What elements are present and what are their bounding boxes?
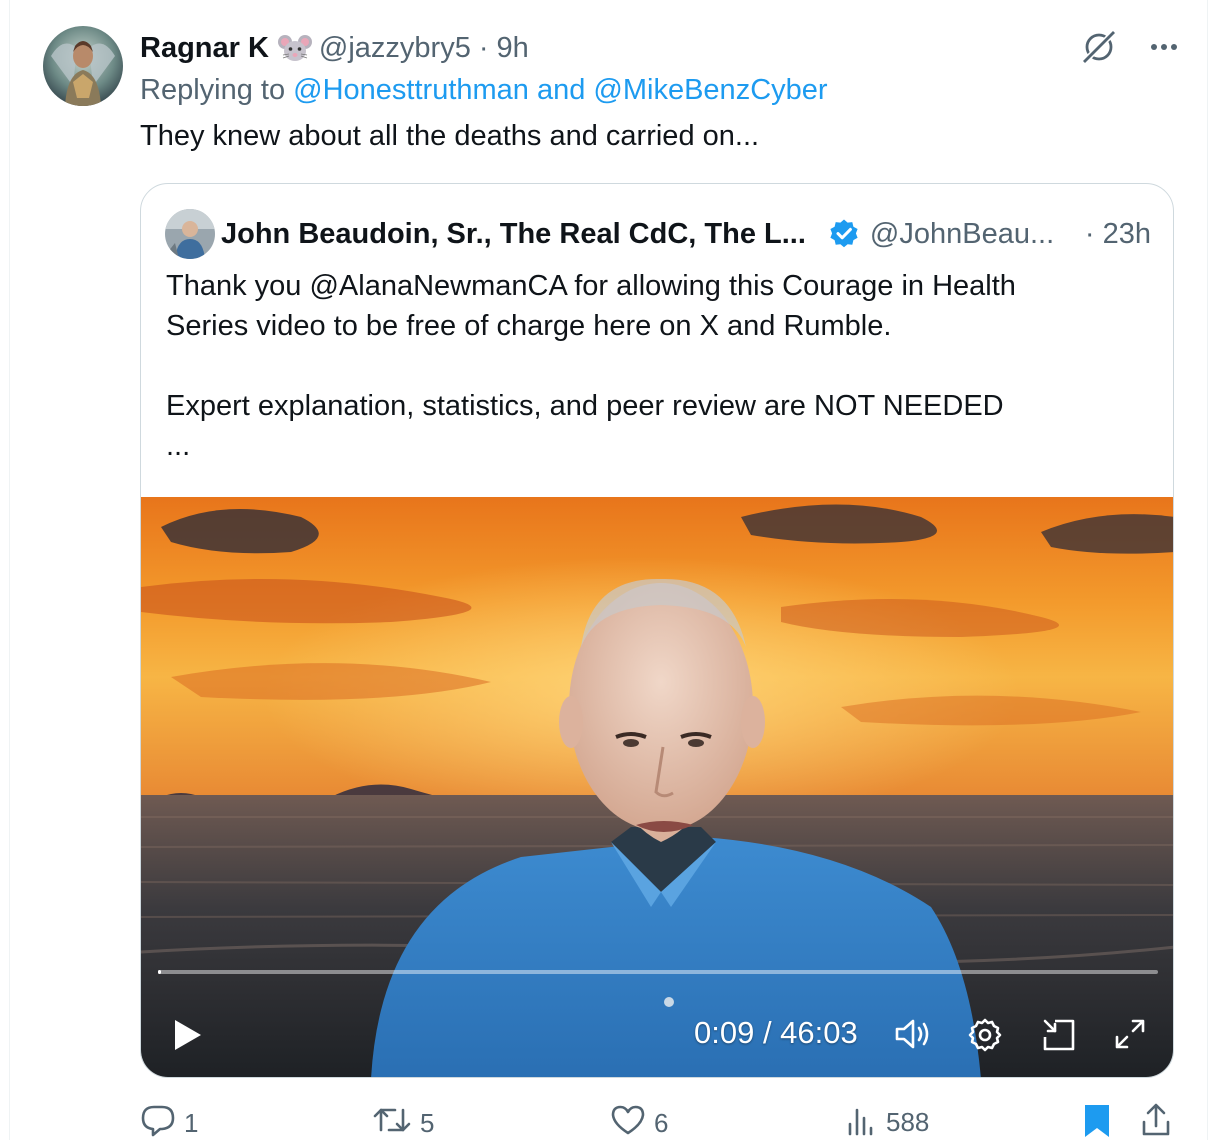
grok-icon[interactable] xyxy=(1080,28,1118,66)
quote-body-ellipsis: ... xyxy=(166,430,191,462)
quote-header: John Beaudoin, Sr., The Real CdC, The L.… xyxy=(221,214,1151,254)
like-icon xyxy=(610,1102,646,1140)
reply-count: 1 xyxy=(184,1108,199,1138)
video-player[interactable]: 0:09 / 46:03 xyxy=(141,497,1173,1077)
top-right-icons xyxy=(1080,28,1180,66)
views-icon xyxy=(846,1102,878,1140)
reply-icon xyxy=(140,1102,176,1140)
play-icon[interactable] xyxy=(173,1018,203,1052)
views-count: 588 xyxy=(886,1107,930,1137)
replying-to-line: Replying to @Honesttruthman and @MikeBen… xyxy=(140,74,828,107)
quote-author-handle[interactable]: @JohnBeau... xyxy=(870,218,1054,251)
action-bar: 1 5 6 588 xyxy=(140,1102,1174,1140)
quote-author-name[interactable]: John Beaudoin, Sr., The Real CdC, The L.… xyxy=(221,218,806,251)
fullscreen-icon[interactable] xyxy=(1113,1017,1147,1051)
volume-icon[interactable] xyxy=(893,1017,933,1051)
quoted-tweet[interactable]: John Beaudoin, Sr., The Real CdC, The L.… xyxy=(140,183,1174,1078)
replying-mentions[interactable]: @Honesttruthman and @MikeBenzCyber xyxy=(293,74,827,106)
like-count: 6 xyxy=(654,1108,669,1138)
video-progress-bar[interactable] xyxy=(158,970,1158,974)
replying-prefix: Replying to xyxy=(140,74,286,106)
verified-badge-icon xyxy=(828,218,860,250)
bookmark-button[interactable] xyxy=(1082,1102,1112,1140)
author-handle[interactable]: @jazzybry5 xyxy=(319,32,471,65)
mouse-emoji-icon xyxy=(277,33,313,63)
quote-author-avatar[interactable] xyxy=(165,209,215,259)
frame-right-border xyxy=(1207,0,1208,1140)
quote-body-line: Expert explanation, statistics, and peer… xyxy=(166,390,1004,422)
quote-body: Thank you @AlanaNewmanCA for allowing th… xyxy=(166,266,1016,466)
share-button[interactable] xyxy=(1140,1102,1172,1140)
video-timecode: 0:09 / 46:03 xyxy=(694,1015,858,1050)
reply-button[interactable]: 1 xyxy=(140,1102,198,1140)
tweet-text: They knew about all the deaths and carri… xyxy=(140,120,760,152)
author-avatar[interactable] xyxy=(43,26,123,106)
repost-count: 5 xyxy=(420,1108,435,1138)
like-button[interactable]: 6 xyxy=(610,1102,668,1140)
more-icon[interactable] xyxy=(1148,31,1180,63)
repost-icon xyxy=(372,1102,412,1140)
quote-body-line: Series video to be free of charge here o… xyxy=(166,310,892,342)
video-progress-fill xyxy=(158,970,161,974)
minimize-icon[interactable] xyxy=(1041,1017,1077,1053)
settings-icon[interactable] xyxy=(967,1017,1003,1053)
quote-time[interactable]: · 23h xyxy=(1085,218,1151,251)
share-icon xyxy=(1140,1102,1172,1140)
quote-body-line: Thank you @AlanaNewmanCA for allowing th… xyxy=(166,270,1016,302)
video-frame xyxy=(141,497,1173,1077)
views-button[interactable]: 588 xyxy=(846,1102,929,1140)
separator-dot: · xyxy=(478,31,489,64)
tweet-header: Ragnar K @jazzybry5 · 9h xyxy=(140,28,529,68)
bookmark-icon xyxy=(1082,1102,1112,1140)
frame-left-border xyxy=(9,0,10,1140)
tweet-time[interactable]: 9h xyxy=(497,32,529,65)
repost-button[interactable]: 5 xyxy=(372,1102,434,1140)
author-name[interactable]: Ragnar K xyxy=(140,32,269,65)
